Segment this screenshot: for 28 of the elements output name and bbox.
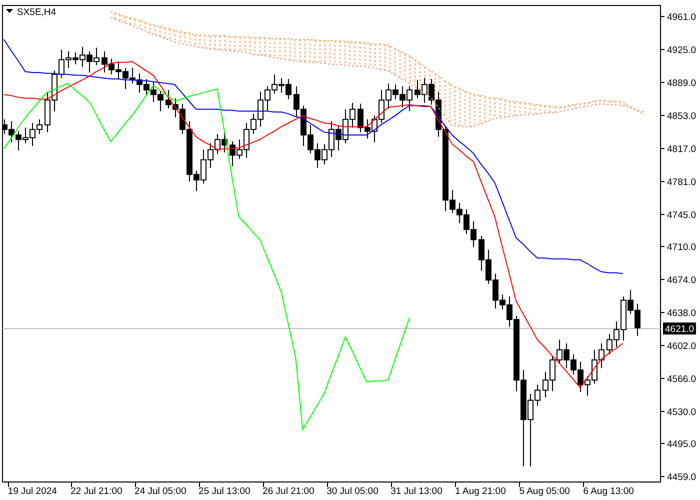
price-axis-label: 4566.0 <box>667 374 696 385</box>
symbol-label: SX5E,H4 <box>17 7 56 18</box>
time-axis-label: 1 Aug 21:00 <box>455 486 506 497</box>
price-axis-label: 4530.0 <box>667 407 696 418</box>
time-axis-label: 19 Jul 2024 <box>8 486 57 497</box>
price-axis-label: 4674.0 <box>667 275 696 286</box>
time-axis-label: 24 Jul 05:00 <box>134 486 186 497</box>
time-axis-label: 5 Aug 05:00 <box>519 486 570 497</box>
price-axis-label: 4853.0 <box>667 111 696 122</box>
price-axis-label: 4781.0 <box>667 177 696 188</box>
time-axis-label: 26 Jul 21:00 <box>262 486 314 497</box>
price-axis-label: 4961.0 <box>667 12 696 23</box>
time-axis-label: 25 Jul 13:00 <box>198 486 250 497</box>
time-axis-label: 31 Jul 13:00 <box>390 486 442 497</box>
price-axis-label: 4638.0 <box>667 308 696 319</box>
price-axis-label: 4817.0 <box>667 144 696 155</box>
price-axis-label: 4459.0 <box>667 472 696 483</box>
dropdown-triangle-icon[interactable] <box>6 9 13 13</box>
time-axis-label: 6 Aug 13:00 <box>583 486 634 497</box>
price-axis-label: 4710.0 <box>667 242 696 253</box>
price-axis-label: 4889.0 <box>667 78 696 89</box>
current-price-label: 4621.0 <box>663 322 696 335</box>
time-axis-label: 22 Jul 21:00 <box>70 486 122 497</box>
price-axis-label: 4745.0 <box>667 210 696 221</box>
price-axis-label: 4925.0 <box>667 45 696 56</box>
time-axis-label: 30 Jul 05:00 <box>326 486 378 497</box>
price-axis-label: 4495.0 <box>667 439 696 450</box>
price-axis-label: 4602.0 <box>667 341 696 352</box>
